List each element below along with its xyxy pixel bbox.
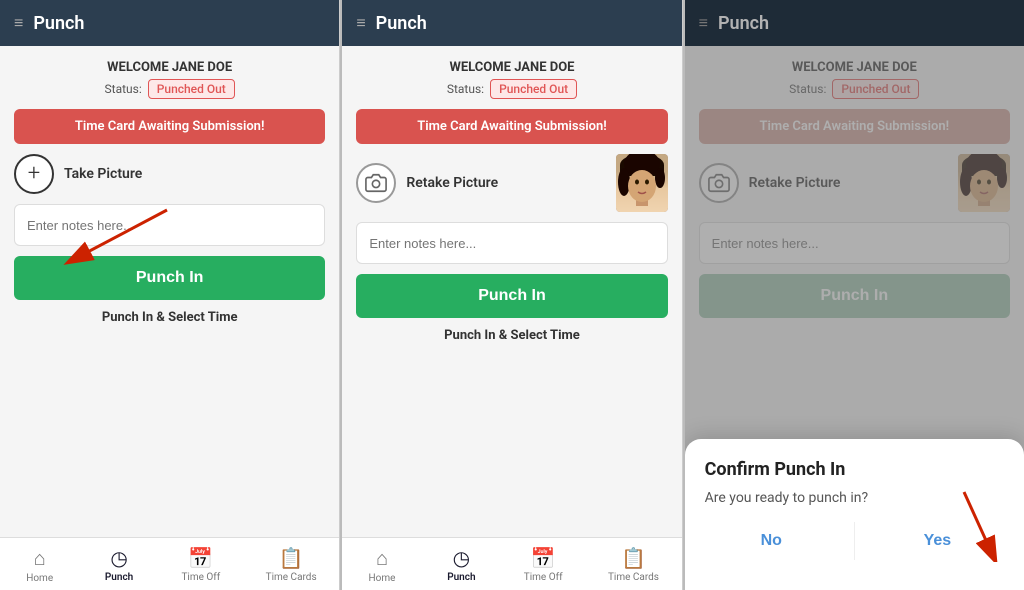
photo-thumbnail-2 xyxy=(616,154,668,212)
nav-timecards-label-1: Time Cards xyxy=(266,572,317,583)
modal-message: Are you ready to punch in? xyxy=(705,490,1004,506)
content-1: WELCOME JANE DOE Status: Punched Out Tim… xyxy=(0,46,339,537)
header-1: ≡ Punch xyxy=(0,0,339,46)
modal-divider xyxy=(854,522,855,560)
nav-home-label-2: Home xyxy=(369,573,396,584)
nav-timeoff-1[interactable]: 📅 Time Off xyxy=(173,544,228,586)
picture-row-2: Retake Picture xyxy=(356,154,667,212)
nav-timecards-2[interactable]: 📋 Time Cards xyxy=(600,544,667,586)
modal-buttons: No Yes xyxy=(705,522,1004,560)
bottom-nav-2: ⌂ Home ◷ Punch 📅 Time Off 📋 Time Cards xyxy=(342,537,681,590)
alert-banner-2[interactable]: Time Card Awaiting Submission! xyxy=(356,109,667,144)
modal-overlay: Confirm Punch In Are you ready to punch … xyxy=(685,0,1024,590)
status-row-2: Status: Punched Out xyxy=(356,79,667,99)
nav-timecards-label-2: Time Cards xyxy=(608,572,659,583)
welcome-section-2: WELCOME JANE DOE Status: Punched Out xyxy=(356,60,667,99)
screen-3: ≡ Punch WELCOME JANE DOE Status: Punched… xyxy=(685,0,1024,590)
timeoff-icon-1: 📅 xyxy=(188,546,213,570)
menu-icon-2[interactable]: ≡ xyxy=(356,13,365,33)
alert-banner-1[interactable]: Time Card Awaiting Submission! xyxy=(14,109,325,144)
welcome-section-1: WELCOME JANE DOE Status: Punched Out xyxy=(14,60,325,99)
modal-yes-btn[interactable]: Yes xyxy=(871,522,1004,560)
nav-punch-1[interactable]: ◷ Punch xyxy=(94,544,144,586)
picture-label-2: Retake Picture xyxy=(406,175,498,191)
welcome-name-2: WELCOME JANE DOE xyxy=(356,60,667,75)
confirm-punch-in-modal: Confirm Punch In Are you ready to punch … xyxy=(685,439,1024,590)
nav-home-2[interactable]: ⌂ Home xyxy=(357,544,407,586)
punch-select-2[interactable]: Punch In & Select Time xyxy=(356,328,667,343)
welcome-name-1: WELCOME JANE DOE xyxy=(14,60,325,75)
header-2: ≡ Punch xyxy=(342,0,681,46)
header-title-1: Punch xyxy=(33,13,84,34)
punch-select-1[interactable]: Punch In & Select Time xyxy=(14,310,325,325)
punch-in-btn-2[interactable]: Punch In xyxy=(356,274,667,318)
picture-label-1: Take Picture xyxy=(64,166,142,182)
nav-timeoff-label-2: Time Off xyxy=(524,572,563,583)
nav-timecards-1[interactable]: 📋 Time Cards xyxy=(258,544,325,586)
notes-input-1[interactable] xyxy=(14,204,325,246)
bottom-nav-1: ⌂ Home ◷ Punch 📅 Time Off 📋 Time Cards xyxy=(0,537,339,590)
status-label-1: Status: xyxy=(105,82,142,96)
screen-2: ≡ Punch WELCOME JANE DOE Status: Punched… xyxy=(342,0,682,590)
retake-picture-btn-2[interactable] xyxy=(356,163,396,203)
status-badge-1: Punched Out xyxy=(148,79,235,99)
nav-timeoff-label-1: Time Off xyxy=(181,572,220,583)
nav-timeoff-2[interactable]: 📅 Time Off xyxy=(516,544,571,586)
notes-input-2[interactable] xyxy=(356,222,667,264)
picture-row-1: + Take Picture xyxy=(14,154,325,194)
screen-1: ≡ Punch WELCOME JANE DOE Status: Punched… xyxy=(0,0,340,590)
timeoff-icon-2: 📅 xyxy=(531,546,556,570)
modal-no-btn[interactable]: No xyxy=(705,522,838,560)
header-title-2: Punch xyxy=(376,13,427,34)
nav-home-label-1: Home xyxy=(26,573,53,584)
nav-home-1[interactable]: ⌂ Home xyxy=(15,544,65,586)
photo-face-2 xyxy=(616,154,668,212)
home-icon-2: ⌂ xyxy=(376,546,388,571)
nav-punch-2[interactable]: ◷ Punch xyxy=(436,544,486,586)
menu-icon-1[interactable]: ≡ xyxy=(14,13,23,33)
punch-icon-1: ◷ xyxy=(110,546,127,570)
status-label-2: Status: xyxy=(447,82,484,96)
punch-icon-2: ◷ xyxy=(453,546,470,570)
plus-icon: + xyxy=(28,163,40,185)
status-badge-2: Punched Out xyxy=(490,79,577,99)
take-picture-btn-1[interactable]: + xyxy=(14,154,54,194)
timecards-icon-1: 📋 xyxy=(279,546,304,570)
modal-title: Confirm Punch In xyxy=(705,459,1004,480)
punch-in-btn-1[interactable]: Punch In xyxy=(14,256,325,300)
nav-punch-label-2: Punch xyxy=(447,572,475,583)
nav-punch-label-1: Punch xyxy=(105,572,133,583)
camera-icon-2 xyxy=(365,172,387,194)
home-icon-1: ⌂ xyxy=(34,546,46,571)
timecards-icon-2: 📋 xyxy=(621,546,646,570)
status-row-1: Status: Punched Out xyxy=(14,79,325,99)
content-2: WELCOME JANE DOE Status: Punched Out Tim… xyxy=(342,46,681,537)
